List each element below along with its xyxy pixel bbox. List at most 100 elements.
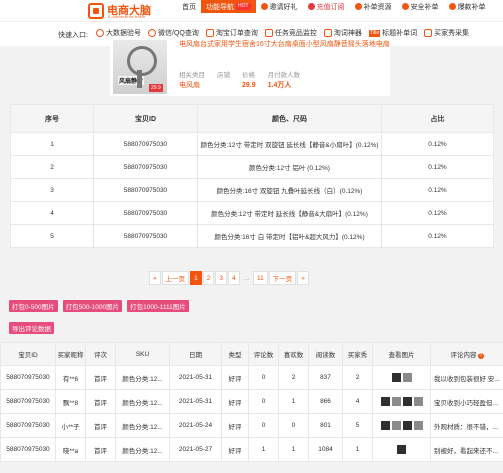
help-icon[interactable]: ? <box>477 353 484 359</box>
nav-safe-supplement[interactable]: 安全补单 <box>397 0 444 13</box>
review-image-thumbnail[interactable] <box>391 373 401 382</box>
person-icon <box>96 29 104 37</box>
review-image-thumbnail[interactable] <box>380 397 390 406</box>
cell-date: 2021-05-31 <box>169 365 222 390</box>
cell-images[interactable] <box>372 413 431 438</box>
cell-type: 好评 <box>221 365 249 390</box>
nav-recharge-label: 充值订阅 <box>316 3 345 11</box>
column-header: 占比 <box>381 104 494 133</box>
end-page-button[interactable]: » <box>297 271 309 285</box>
review-image-thumbnail[interactable] <box>402 397 412 406</box>
cell-read-count: 837 <box>308 365 343 390</box>
sku-share-table: 序号 宝贝ID 颜色、尺码 占比 1 588070975030 颜色分类:12寸 带… <box>10 104 494 248</box>
cell-index: 5 <box>10 224 94 248</box>
page-button-1[interactable]: 1 <box>190 271 202 285</box>
nav-invite-label: 邀请好礼 <box>269 3 298 11</box>
page-button-3[interactable]: 3 <box>215 271 227 285</box>
product-monthly-buyers-value: 1.4万人 <box>267 82 292 89</box>
nav-recharge[interactable]: 充值订阅 <box>303 0 350 13</box>
review-image-thumbnail[interactable] <box>413 421 423 430</box>
quick-entry-label-1: 微信/QQ查询 <box>158 30 199 37</box>
first-page-button[interactable]: « <box>149 271 161 285</box>
column-header: 评论数 <box>248 342 279 366</box>
order-icon <box>205 29 214 37</box>
heart-icon <box>307 3 315 10</box>
pack-images-1000-1111-button[interactable]: 打包1000-1111图片 <box>127 300 189 312</box>
cell-images[interactable] <box>372 437 431 462</box>
product-image[interactable]: 风扇静音 29.9 <box>113 40 167 94</box>
column-header: 买家昵称 <box>55 342 86 366</box>
cell-item-id: 588070975030 <box>0 365 56 390</box>
review-image-thumbnail[interactable] <box>402 373 412 382</box>
table-header-row: 宝贝ID 买家昵称 评次 SKU 日期 类型 评论数 喜欢数 阅读数 买家秀 查… <box>0 342 503 366</box>
quick-entry-label-5: 标题补单词 <box>382 30 418 37</box>
site-logo[interactable]: 电商大脑 E-commerce brain <box>88 2 168 20</box>
pack-images-0-500-button[interactable]: 打包0-500图片 <box>9 300 58 312</box>
cell-date: 2021-05-24 <box>169 413 222 438</box>
cell-index: 2 <box>10 155 94 179</box>
review-image-thumbnail[interactable] <box>391 421 401 430</box>
nav-supplement-resources[interactable]: 补单资源 <box>350 0 397 13</box>
image-thumbnails[interactable] <box>374 397 430 406</box>
chat-icon <box>148 29 156 37</box>
flame-icon <box>448 3 456 10</box>
nav-invite[interactable]: 邀请好礼 <box>256 0 303 13</box>
logo-subtitle: E-commerce brain <box>108 14 146 19</box>
cell-sku: 颜色分类:12... <box>115 365 170 390</box>
product-image-price-tag: 29.9 <box>149 84 163 92</box>
shield-icon <box>401 3 409 10</box>
page-button-4[interactable]: 4 <box>228 271 240 285</box>
cell-like-count: 1 <box>278 437 309 462</box>
cell-comment: 宝贝收到小巧轻盈但... <box>430 389 503 414</box>
review-image-thumbnail[interactable] <box>413 397 423 406</box>
page-button-2[interactable]: 2 <box>202 271 215 285</box>
cell-read-count: 866 <box>308 389 343 414</box>
image-thumbnails[interactable] <box>374 373 430 382</box>
product-category-value[interactable]: 电风扇 <box>179 81 205 91</box>
nav-feature-guide-label: 功能导航 <box>206 3 234 11</box>
cell-comment-count: 0 <box>248 389 279 414</box>
image-thumbnails[interactable] <box>374 421 430 430</box>
logo-mark-icon <box>88 3 104 19</box>
column-header: 宝贝ID <box>0 342 56 366</box>
pagination: « 上一页 1 2 3 4 ... 11 下一页 » <box>149 271 310 285</box>
export-comments-button[interactable]: 导出评论数据 <box>9 322 54 334</box>
pack-images-500-1000-button[interactable]: 打包500-1000图片 <box>62 300 123 312</box>
product-monthly-buyers: 月付款人数 1.4万人 <box>268 71 301 91</box>
prev-page-button[interactable]: 上一页 <box>161 271 190 285</box>
cell-item-id: 588070975030 <box>0 437 56 462</box>
review-image-thumbnail[interactable] <box>391 397 401 406</box>
review-image-thumbnail[interactable] <box>380 421 390 430</box>
cell-item-id: 588070975030 <box>93 224 198 248</box>
next-page-button[interactable]: 下一页 <box>268 271 297 285</box>
quick-entry-buyer-show[interactable]: 买家秀采集 <box>424 27 469 39</box>
product-image-text: 风扇静音 <box>118 76 145 85</box>
nav-home[interactable]: 首页 <box>177 0 201 13</box>
product-title[interactable]: 电风扇台式家用学生宿舍16寸大台扇桌面小型风扇静音摇头落地电扇 <box>179 40 399 50</box>
cell-like-count: 0 <box>278 413 309 438</box>
cell-sku: 颜色分类:12... <box>115 389 170 414</box>
cell-index: 4 <box>10 201 94 225</box>
product-shop-label: 店铺 <box>217 72 230 79</box>
cell-share: 0.12% <box>381 224 494 248</box>
page-button-last[interactable]: 11 <box>253 271 268 285</box>
column-header: 序号 <box>10 104 94 133</box>
review-image-thumbnail[interactable] <box>397 445 406 454</box>
review-image-thumbnail[interactable] <box>402 421 412 430</box>
cell-buyer-nick: 晓**a <box>55 437 86 462</box>
nav-feature-guide[interactable]: 功能导航 HOT <box>201 0 256 13</box>
product-meta: 相关类目 电风扇 店铺 价格 29.9 月付款人数 1.4万人 <box>179 71 312 91</box>
product-monthly-buyers-label: 月付款人数 <box>267 72 301 79</box>
cell-buyer-show: 4 <box>342 389 373 414</box>
cell-images[interactable] <box>372 389 431 414</box>
image-thumbnails[interactable] <box>374 445 430 454</box>
column-header: 颜色、尺码 <box>197 104 382 133</box>
hot-badge: HOT <box>236 3 251 10</box>
cell-date: 2021-05-31 <box>169 389 222 414</box>
cell-type: 好评 <box>221 389 249 414</box>
nav-hot-supplement[interactable]: 爆款补单 <box>444 0 491 13</box>
column-header: 阅读数 <box>308 342 343 366</box>
cell-share: 0.12% <box>381 178 494 202</box>
quick-entry-label-6: 买家秀采集 <box>434 30 470 37</box>
cell-images[interactable] <box>372 365 431 390</box>
